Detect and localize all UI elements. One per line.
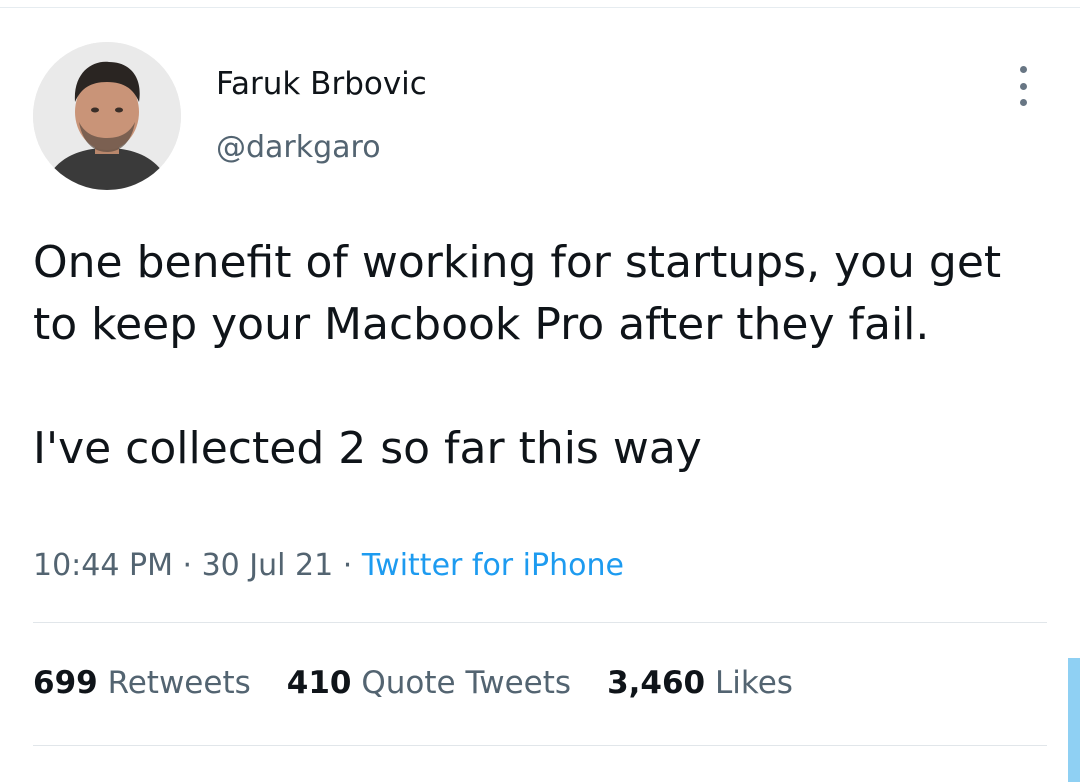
divider [33, 745, 1047, 746]
more-vertical-icon [1019, 66, 1027, 73]
tweet-date[interactable]: 30 Jul 21 [202, 548, 334, 583]
tweet-metadata: 10:44 PM · 30 Jul 21 · Twitter for iPhon… [33, 548, 624, 583]
divider [33, 622, 1047, 623]
retweets-stat[interactable]: 699 Retweets [33, 665, 251, 701]
meta-separator: · [172, 548, 202, 583]
author-display-name[interactable]: Faruk Brbovic [216, 66, 427, 102]
scrollbar-thumb[interactable] [1068, 658, 1080, 782]
quote-tweets-count: 410 [286, 665, 352, 701]
more-vertical-icon-dot [1019, 99, 1027, 106]
tweet-paragraph: I've collected 2 so far this way [33, 423, 702, 474]
tweet-source-link[interactable]: Twitter for iPhone [362, 548, 624, 583]
more-options-button[interactable] [1008, 66, 1038, 106]
meta-separator: · [333, 548, 362, 583]
quote-tweets-label: Quote Tweets [361, 665, 572, 701]
tweet-paragraph: One benefit of working for startups, you… [33, 237, 1002, 350]
tweet-time[interactable]: 10:44 PM [33, 548, 173, 583]
avatar[interactable] [33, 42, 181, 190]
tweet-text: One benefit of working for startups, you… [33, 232, 1043, 480]
avatar-image [33, 42, 181, 190]
retweets-label: Retweets [107, 665, 251, 701]
top-divider [0, 7, 1080, 8]
likes-stat[interactable]: 3,460 Likes [607, 665, 793, 701]
more-vertical-icon-dot [1019, 82, 1027, 90]
quote-tweets-stat[interactable]: 410 Quote Tweets [287, 665, 571, 701]
retweets-count: 699 [33, 665, 98, 701]
engagement-stats: 699 Retweets 410 Quote Tweets 3,460 Like… [33, 665, 793, 701]
author-handle[interactable]: @darkgaro [216, 130, 381, 165]
likes-label: Likes [714, 665, 793, 701]
likes-count: 3,460 [607, 665, 706, 701]
